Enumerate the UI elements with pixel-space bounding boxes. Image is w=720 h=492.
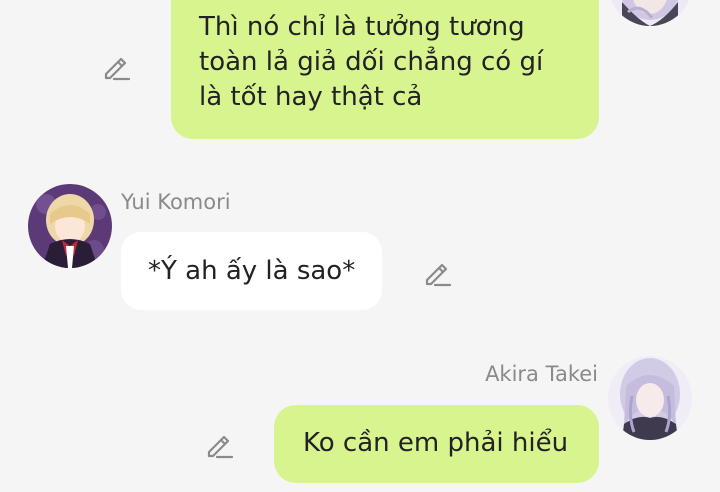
sender-name: Yui Komori [121, 190, 231, 214]
message-bubble[interactable]: *Ý ah ấy là sao* [121, 232, 382, 310]
message-text: Ko cần em phải hiểu [303, 428, 569, 458]
yui-avatar[interactable] [28, 184, 112, 268]
sender-name: Akira Takei [485, 362, 598, 386]
message-text: *Ý ah ấy là sao* [148, 256, 356, 286]
message-bubble[interactable]: Ko cần em phải hiểu [274, 405, 599, 483]
message-bubble[interactable]: Thì nó chỉ là tưởng tương toàn lả giả dố… [171, 0, 599, 139]
edit-message-icon[interactable] [423, 258, 453, 288]
edit-message-icon[interactable] [205, 430, 235, 460]
message-text: Thì nó chỉ là tưởng tương toàn lả giả dố… [199, 12, 544, 112]
akira-avatar-top[interactable] [608, 0, 692, 26]
akira-avatar[interactable] [608, 356, 692, 440]
edit-message-icon[interactable] [102, 52, 132, 82]
